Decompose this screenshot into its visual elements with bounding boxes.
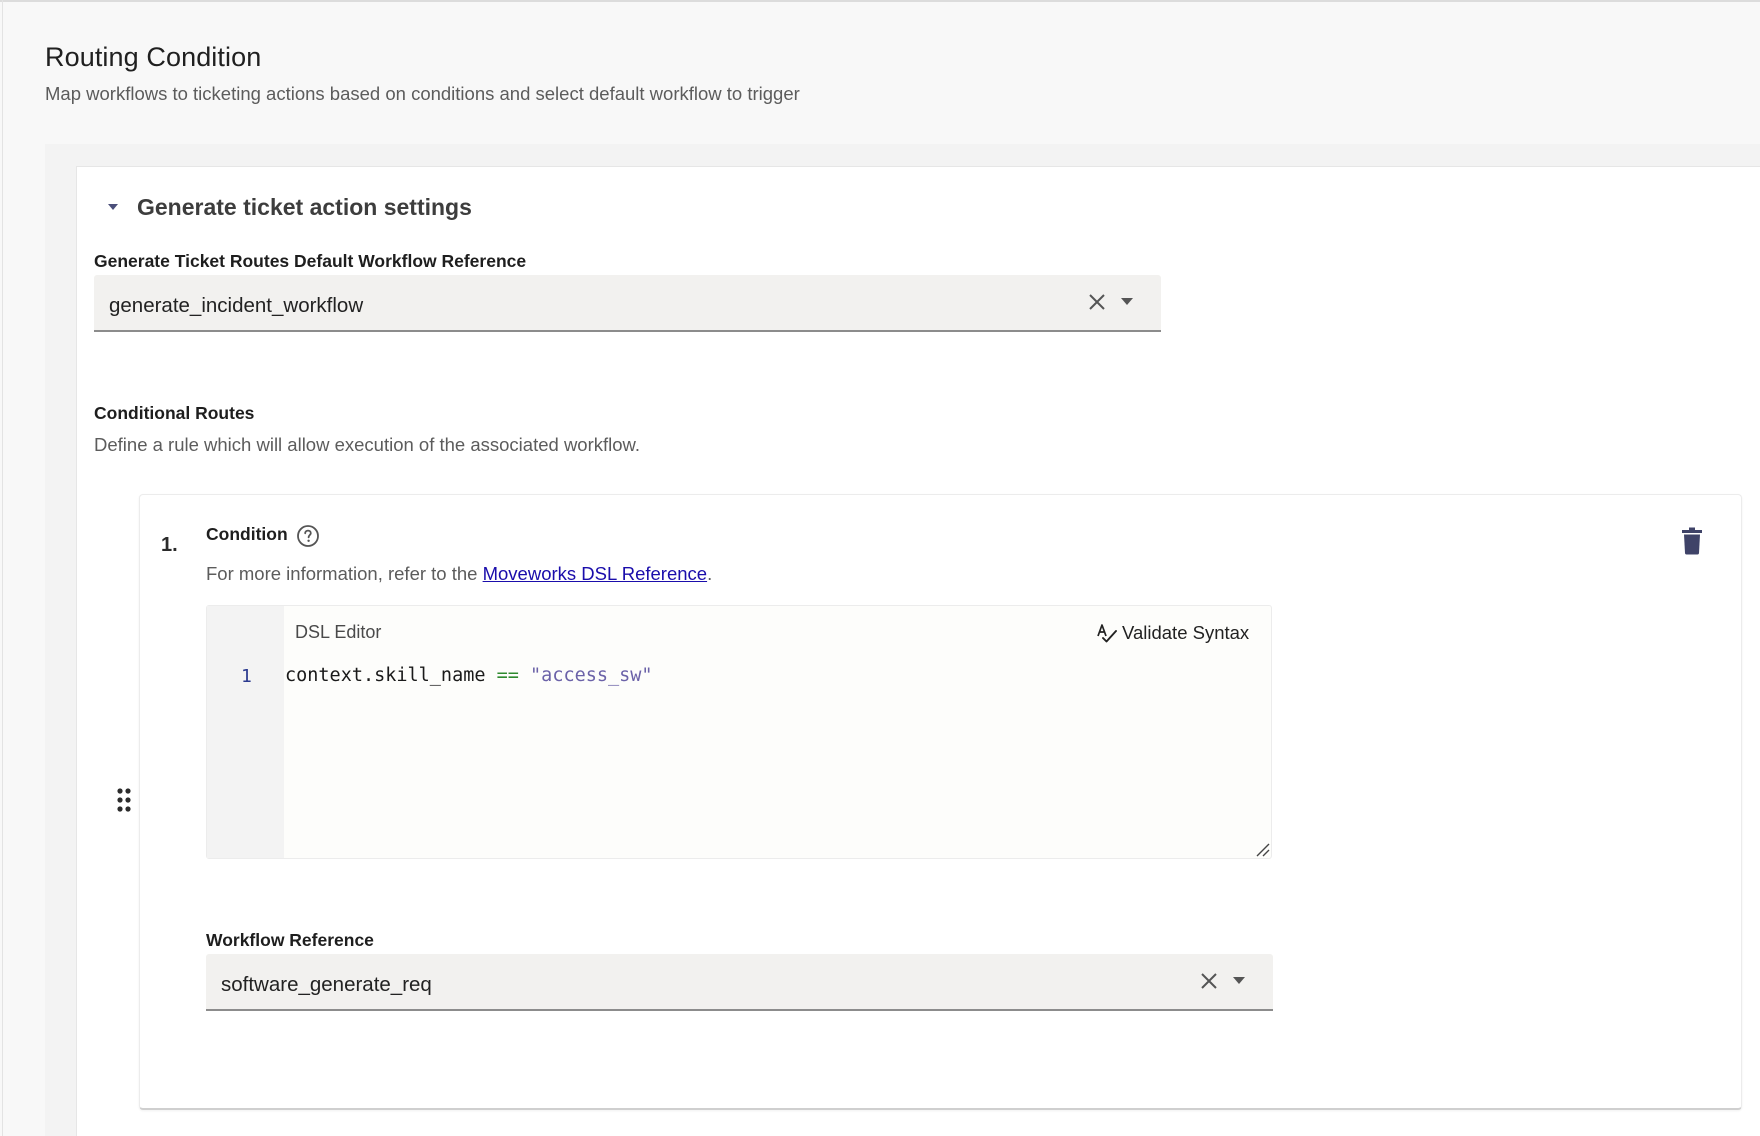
route-index: 1. xyxy=(161,534,178,556)
code-line[interactable]: context.skill_name == "access_sw" xyxy=(285,665,653,686)
default-workflow-value: generate_incident_workflow xyxy=(109,294,364,317)
default-workflow-select[interactable]: generate_incident_workflow xyxy=(94,275,1161,332)
dsl-reference-link[interactable]: Moveworks DSL Reference xyxy=(483,563,707,584)
workflow-reference-value: software_generate_req xyxy=(221,973,432,996)
code-operator: == xyxy=(496,665,519,686)
top-divider xyxy=(0,0,1760,2)
drag-handle-icon[interactable] xyxy=(114,786,134,814)
condition-label: Condition xyxy=(206,524,288,544)
workflow-reference-select[interactable]: software_generate_req xyxy=(206,954,1273,1011)
clear-icon[interactable] xyxy=(1086,291,1108,313)
help-icon[interactable] xyxy=(296,524,320,548)
dsl-editor[interactable]: 1 DSL Editor Validate Syntax context.ski… xyxy=(206,605,1272,859)
code-identifier: context.skill_name xyxy=(285,665,486,686)
condition-info-suffix: . xyxy=(707,563,713,584)
line-number: 1 xyxy=(241,666,252,687)
conditional-routes-description: Define a rule which will allow execution… xyxy=(94,434,641,455)
default-workflow-label: Generate Ticket Routes Default Workflow … xyxy=(94,251,527,271)
chevron-down-icon[interactable] xyxy=(1119,295,1135,307)
collapse-toggle-icon[interactable] xyxy=(106,200,120,214)
editor-gutter xyxy=(207,606,284,858)
page-subtitle: Map workflows to ticketing actions based… xyxy=(45,83,800,104)
clear-icon[interactable] xyxy=(1198,970,1220,992)
spellcheck-icon xyxy=(1097,624,1117,643)
chevron-down-icon[interactable] xyxy=(1231,974,1247,986)
validate-syntax-button[interactable]: Validate Syntax xyxy=(1096,620,1249,646)
condition-info: For more information, refer to the Movew… xyxy=(206,563,712,585)
workflow-reference-label: Workflow Reference xyxy=(206,930,374,950)
condition-info-prefix: For more information, refer to the xyxy=(206,563,483,584)
validate-syntax-label: Validate Syntax xyxy=(1122,622,1250,643)
editor-title: DSL Editor xyxy=(295,622,382,642)
page-title: Routing Condition xyxy=(45,42,262,72)
section-title: Generate ticket action settings xyxy=(137,194,472,220)
code-string: "access_sw" xyxy=(530,665,653,686)
resize-grip-icon[interactable] xyxy=(1254,841,1270,857)
conditional-routes-heading: Conditional Routes xyxy=(94,403,255,423)
left-divider xyxy=(2,0,3,1136)
delete-route-icon[interactable] xyxy=(1681,527,1703,555)
